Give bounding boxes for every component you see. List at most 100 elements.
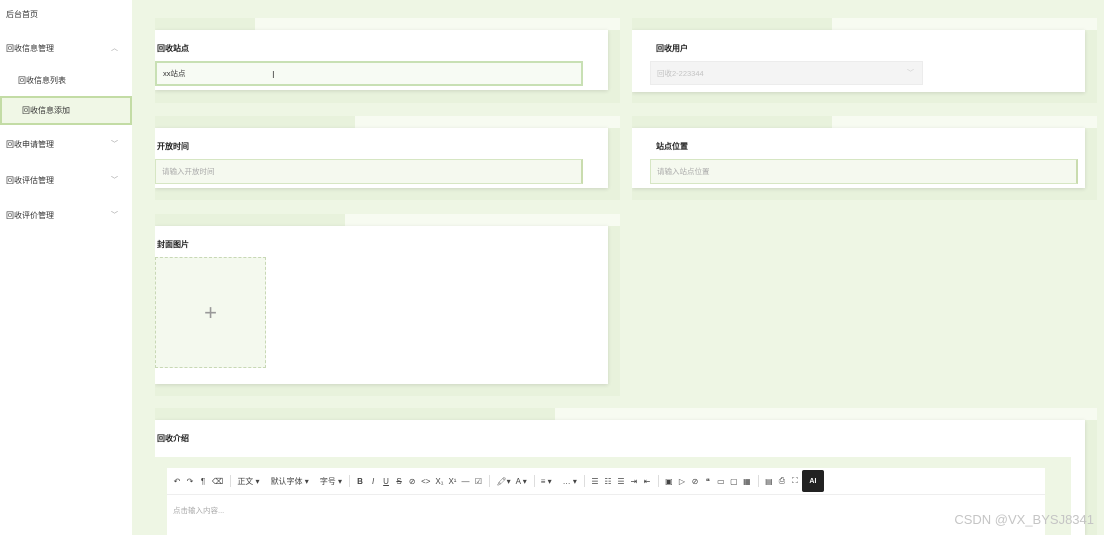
background-color-icon[interactable]: 🖍▾ [494,472,512,490]
clear-format-icon[interactable]: ⌫ [210,472,225,490]
justify-icon[interactable]: ☰ [615,472,627,490]
format-painter-icon[interactable]: ¶ [197,472,209,490]
sidebar-item-label: 回收信息列表 [18,75,66,85]
open-time-placeholder: 请输入开放时间 [162,167,215,176]
user-select-value: 回收2-223344 [657,68,704,78]
sidebar-item-recycle-info-add[interactable]: 回收信息添加 [0,96,132,125]
open-time-panel: 开放时间 请输入开放时间 [155,116,620,200]
location-placeholder: 请输入站点位置 [657,167,710,176]
line-height-icon[interactable]: ≡ ▾ [539,472,554,490]
sidebar-item-label: 回收信息管理 [6,43,54,53]
ai-button[interactable]: AI [801,470,824,492]
open-time-label: 开放时间 [157,142,189,151]
bullet-list-icon[interactable]: ☰ [589,472,601,490]
open-time-input[interactable]: 请输入开放时间 [155,159,583,184]
paragraph-select[interactable]: 正文 ▾ [235,472,261,490]
font-size-select[interactable]: 字号 ▾ [318,472,344,490]
link-icon[interactable]: ⊘ [406,472,418,490]
station-input-value: xx站点 [163,69,186,78]
location-panel: 站点位置 请输入站点位置 [632,116,1097,200]
panel-stripe [345,214,620,226]
cover-card: 封面图片 + [155,226,608,384]
numbered-list-icon[interactable]: ☷ [602,472,614,490]
fullscreen-icon[interactable]: ⛶ [789,472,801,490]
panel-stripe [832,116,1097,128]
font-family-select[interactable]: 默认字体 ▾ [269,472,311,490]
station-label: 回收站点 [157,44,189,53]
toolbar-divider [533,475,535,487]
location-label: 站点位置 [656,142,688,151]
plus-icon: + [204,299,217,325]
bold-icon[interactable]: B [354,472,366,490]
chevron-down-icon: ﹀ [111,177,118,184]
sidebar-item-label: 回收评估管理 [6,175,54,185]
preview-icon[interactable]: ▤ [763,472,775,490]
panel-stripe [832,18,1097,30]
chevron-down-icon: ﹀ [111,141,118,148]
cover-label: 封面图片 [157,240,189,249]
chevron-down-icon: ﹀ [111,212,118,219]
sidebar-item-recycle-assess[interactable]: 回收评估管理 ﹀ [0,167,132,193]
subscript-icon[interactable]: X₁ [433,472,445,490]
italic-icon[interactable]: I [367,472,379,490]
main-content: 回收站点 xx站点 I 回收用户 回收2-223344 ﹀ 开放时间 请输入开放… [132,0,1104,535]
editor-placeholder: 点击输入内容... [173,506,225,515]
toolbar-divider [757,475,759,487]
watermark: CSDN @VX_BYSJ8341 [954,512,1094,527]
table-icon[interactable]: ▦ [741,472,753,490]
user-label: 回收用户 [656,44,688,53]
chevron-down-icon: ﹀ [907,70,914,77]
open-time-card: 开放时间 请输入开放时间 [155,128,608,188]
underline-icon[interactable]: U [380,472,392,490]
print-icon[interactable]: ⎙ [776,472,788,490]
code-icon[interactable]: <> [419,472,432,490]
font-color-icon[interactable]: A ▾ [514,472,529,490]
sidebar-item-label: 回收申请管理 [6,139,54,149]
editor-toolbar: ↶ ↷ ¶ ⌫ 正文 ▾ 默认字体 ▾ 字号 ▾ B I U S ⊘ <> X₁ [167,468,1045,494]
outdent-icon[interactable]: ⇤ [641,472,653,490]
template-icon[interactable]: ▢ [728,472,740,490]
screen-icon[interactable]: ▭ [715,472,727,490]
more-options-icon[interactable]: … ▾ [561,472,579,490]
strikethrough-icon[interactable]: S [393,472,405,490]
text-cursor-icon: I [272,70,275,81]
indent-icon[interactable]: ⇥ [628,472,640,490]
sidebar-item-recycle-review[interactable]: 回收评价管理 ﹀ [0,202,132,228]
panel-stripe [255,18,620,30]
todo-icon[interactable]: ☑ [472,472,484,490]
video-icon[interactable]: ▷ [676,472,688,490]
redo-icon[interactable]: ↷ [184,472,196,490]
image-icon[interactable]: ▣ [663,472,675,490]
station-input[interactable]: xx站点 [155,61,583,86]
sidebar-item-label: 回收信息添加 [22,106,70,115]
sidebar-item-label: 回收评价管理 [6,210,54,220]
location-input[interactable]: 请输入站点位置 [650,159,1078,184]
undo-icon[interactable]: ↶ [171,472,183,490]
sidebar-item-home[interactable]: 后台首页 [0,1,132,27]
panel-stripe [555,408,1097,420]
sidebar-item-recycle-apply[interactable]: 回收申请管理 ﹀ [0,131,132,157]
attachment-icon[interactable]: ⊘ [689,472,701,490]
chevron-up-icon: ︿ [111,45,118,52]
panel-stripe [355,116,620,128]
sidebar: 后台首页 回收信息管理 ︿ 回收信息列表 回收信息添加 回收申请管理 ﹀ 回收评… [0,0,132,535]
sidebar-item-recycle-info-list[interactable]: 回收信息列表 [0,67,132,93]
horizontal-rule-icon[interactable]: — [459,472,471,490]
superscript-icon[interactable]: X¹ [446,472,458,490]
toolbar-divider [349,475,351,487]
sidebar-item-label: 后台首页 [6,9,38,19]
location-card: 站点位置 请输入站点位置 [632,128,1085,188]
cover-panel: 封面图片 + [155,214,620,396]
cover-upload-button[interactable]: + [155,257,266,368]
user-select[interactable]: 回收2-223344 ﹀ [650,61,923,85]
toolbar-divider [230,475,232,487]
intro-label: 回收介绍 [157,434,189,443]
user-card: 回收用户 回收2-223344 ﹀ [632,30,1085,92]
toolbar-divider [583,475,585,487]
quote-icon[interactable]: ❝ [702,472,714,490]
rich-text-editor: ↶ ↷ ¶ ⌫ 正文 ▾ 默认字体 ▾ 字号 ▾ B I U S ⊘ <> X₁ [155,457,1071,535]
toolbar-divider [657,475,659,487]
editor-content-area[interactable]: 点击输入内容... [167,494,1045,535]
intro-card: 回收介绍 ↶ ↷ ¶ ⌫ 正文 ▾ 默认字体 ▾ 字号 ▾ B I U S ⊘ [155,420,1085,535]
sidebar-item-recycle-info[interactable]: 回收信息管理 ︿ [0,35,132,61]
